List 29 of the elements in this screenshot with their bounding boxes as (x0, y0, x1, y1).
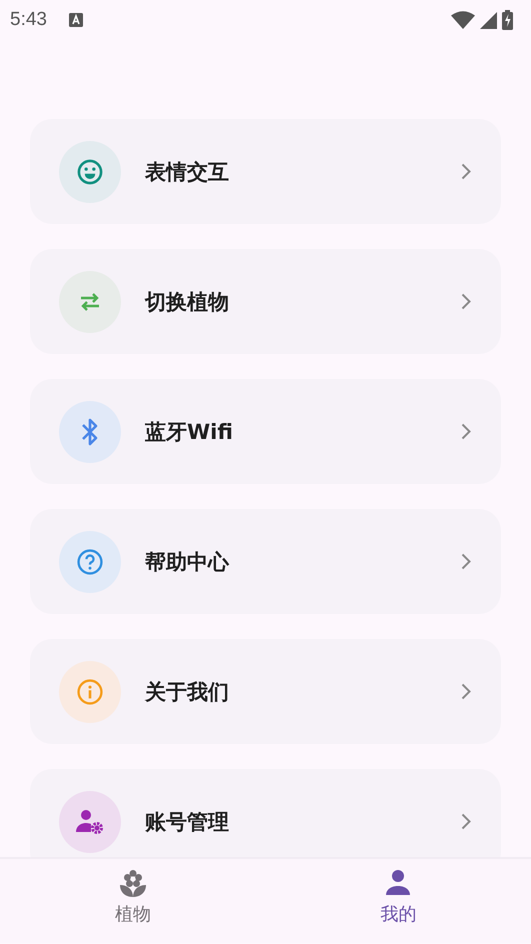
menu-label: 蓝牙Wifi (145, 418, 234, 446)
menu-item[interactable]: 表情交互 (30, 119, 501, 224)
chevron-right-icon (461, 293, 471, 310)
menu-item[interactable]: 账号管理 (30, 769, 501, 857)
nav-tab[interactable]: 我的 (266, 859, 531, 943)
chevron-right-icon (461, 683, 471, 700)
menu-label: 账号管理 (145, 808, 230, 836)
signal-icon (480, 12, 497, 28)
menu-label: 帮助中心 (145, 548, 230, 576)
chevron-right-icon (461, 553, 471, 570)
nav-tab[interactable]: 植物 (0, 859, 266, 943)
chevron-right-icon (461, 163, 471, 180)
menu-item[interactable]: 关于我们 (30, 639, 501, 744)
menu-label: 关于我们 (145, 678, 230, 706)
menu-item[interactable]: 切换植物 (30, 249, 501, 354)
battery-charging-icon (502, 10, 513, 30)
menu-item[interactable]: 蓝牙Wifi (30, 379, 501, 484)
status-time: 5:43 (10, 9, 47, 31)
chevron-right-icon (461, 813, 471, 830)
menu-item[interactable]: 帮助中心 (30, 509, 501, 614)
tab-label: 我的 (380, 903, 416, 926)
flower-icon (118, 869, 147, 897)
chevron-right-icon (461, 423, 471, 440)
wifi-icon (451, 11, 475, 29)
tab-label: 植物 (114, 903, 151, 926)
keyboard-a-icon (68, 13, 83, 27)
menu-label: 表情交互 (145, 158, 230, 186)
person-icon (384, 869, 412, 897)
menu-label: 切换植物 (145, 288, 230, 316)
